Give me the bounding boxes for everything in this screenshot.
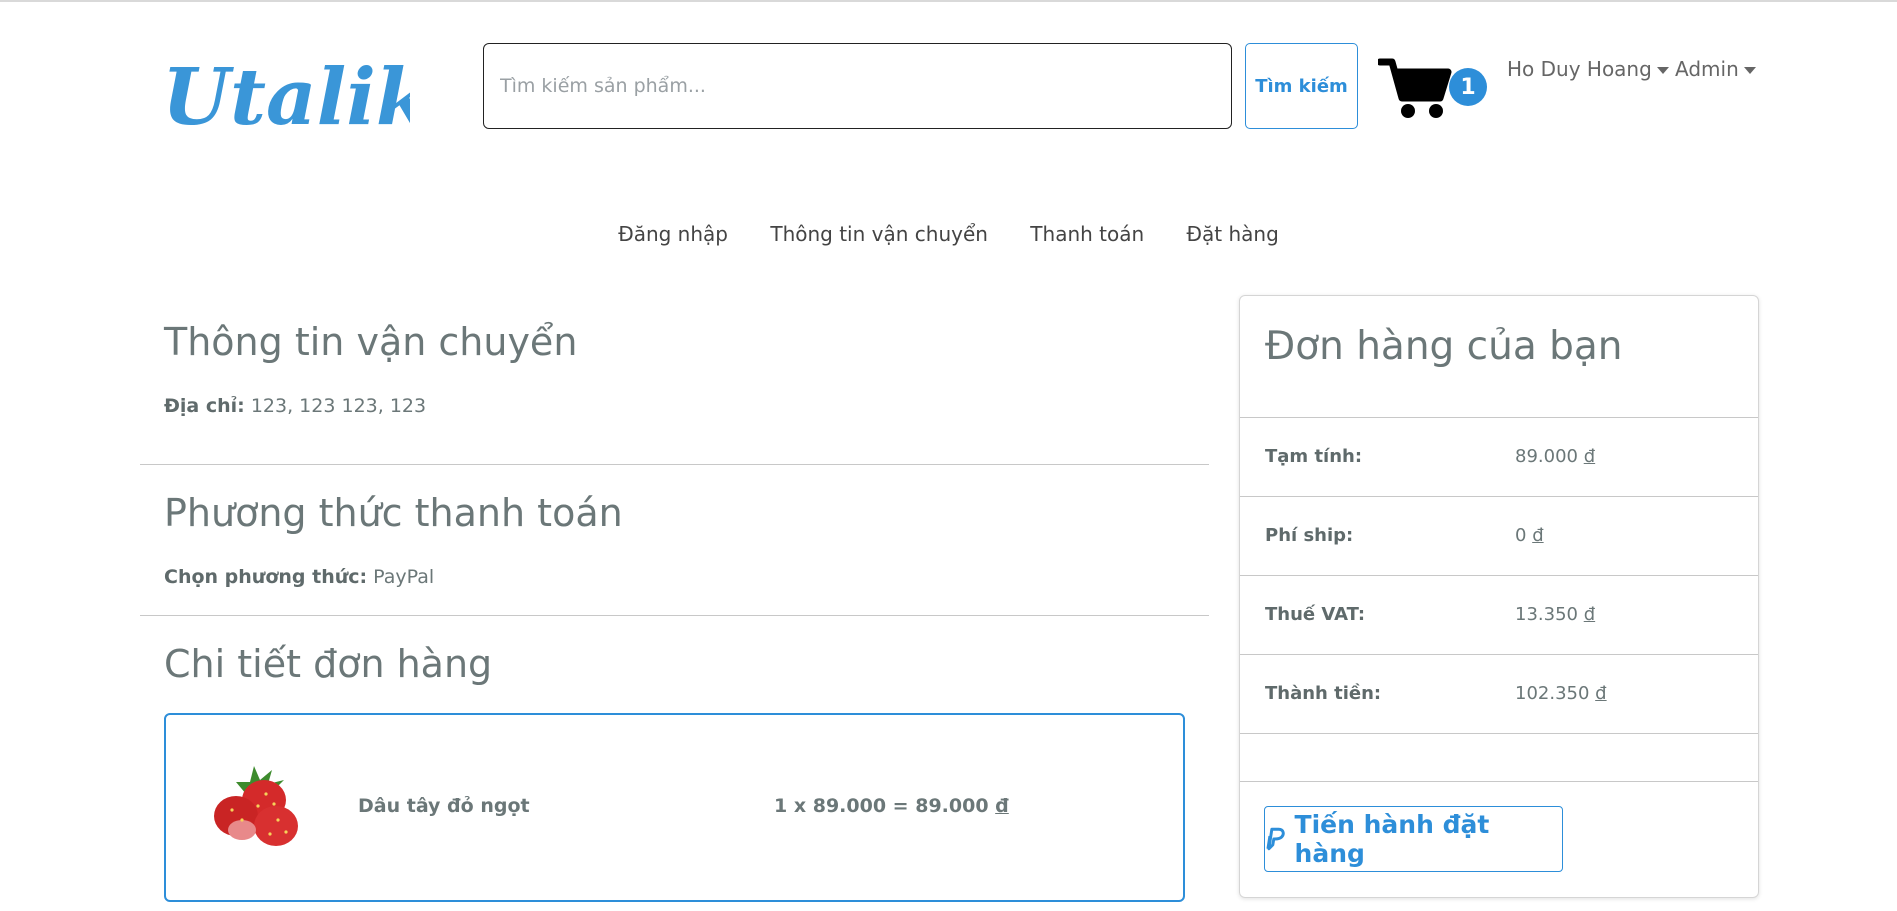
summary-value: 13.350 đ [1515, 604, 1596, 625]
summary-row-vat: Thuế VAT: 13.350 đ [1240, 575, 1758, 655]
user-name: Ho Duy Hoang [1507, 57, 1652, 81]
summary-label: Phí ship: [1265, 525, 1354, 546]
divider [140, 615, 1209, 616]
summary-label: Tạm tính: [1265, 446, 1363, 467]
summary-value: 102.350 đ [1515, 683, 1607, 704]
summary-title: Đơn hàng của bạn [1265, 324, 1623, 369]
address-label: Địa chỉ: [164, 395, 245, 417]
step-login[interactable]: Đăng nhập [618, 222, 728, 246]
summary-row-empty [1240, 733, 1758, 782]
step-shipping[interactable]: Thông tin vận chuyển [770, 222, 988, 246]
utalik-logo[interactable]: Utalik [160, 42, 410, 142]
summary-row-subtotal: Tạm tính: 89.000 đ [1240, 417, 1758, 497]
item-quantity: 1 [774, 795, 788, 817]
paypal-icon [1266, 827, 1285, 851]
summary-row-total: Thành tiền: 102.350 đ [1240, 654, 1758, 734]
product-price: 1 x 89.000 = 89.000 đ [774, 795, 1009, 817]
method-label: Chọn phương thức: [164, 566, 368, 588]
product-name[interactable]: Dâu tây đỏ ngọt [358, 795, 530, 817]
order-item: Dâu tây đỏ ngọt 1 x 89.000 = 89.000 đ [164, 713, 1185, 902]
checkout-button-label: Tiến hành đặt hàng [1294, 810, 1490, 868]
payment-title: Phương thức thanh toán [164, 491, 623, 535]
summary-label: Thuế VAT: [1265, 604, 1366, 625]
item-unit-price: 89.000 [812, 795, 887, 817]
step-payment[interactable]: Thanh toán [1030, 222, 1144, 246]
strawberry-image[interactable] [206, 760, 310, 850]
summary-label: Thành tiền: [1265, 683, 1382, 704]
divider [1240, 781, 1758, 782]
shipping-title: Thông tin vận chuyển [164, 320, 578, 364]
checkout-steps: Đăng nhập Thông tin vận chuyển Thanh toá… [0, 222, 1897, 246]
divider [140, 464, 1209, 465]
user-menu-dropdown[interactable]: Ho Duy Hoang [1507, 57, 1669, 81]
item-total: 89.000 [915, 795, 989, 817]
admin-label: Admin [1675, 57, 1739, 81]
cart-icon[interactable] [1378, 56, 1452, 120]
logo-text: Utalik [162, 52, 410, 142]
search-button[interactable]: Tìm kiếm [1245, 43, 1358, 129]
checkout-button[interactable]: Tiến hành đặt hàng [1264, 806, 1563, 872]
summary-row-shipping: Phí ship: 0 đ [1240, 496, 1758, 576]
caret-down-icon [1656, 67, 1669, 74]
summary-value: 0 đ [1515, 525, 1544, 546]
caret-down-icon [1743, 67, 1756, 74]
order-details-title: Chi tiết đơn hàng [164, 642, 493, 686]
summary-value: 89.000 đ [1515, 446, 1596, 467]
address-value: 123, 123 123, 123 [250, 395, 427, 417]
currency: đ [995, 795, 1009, 817]
search-input[interactable] [483, 43, 1232, 129]
method-value: PayPal [373, 566, 435, 588]
payment-method: Chọn phương thức: PayPal [164, 566, 434, 588]
step-place-order[interactable]: Đặt hàng [1187, 222, 1279, 246]
shipping-address: Địa chỉ: 123, 123 123, 123 [164, 395, 426, 417]
cart-count-badge: 1 [1449, 68, 1487, 106]
admin-menu-dropdown[interactable]: Admin [1675, 57, 1756, 81]
